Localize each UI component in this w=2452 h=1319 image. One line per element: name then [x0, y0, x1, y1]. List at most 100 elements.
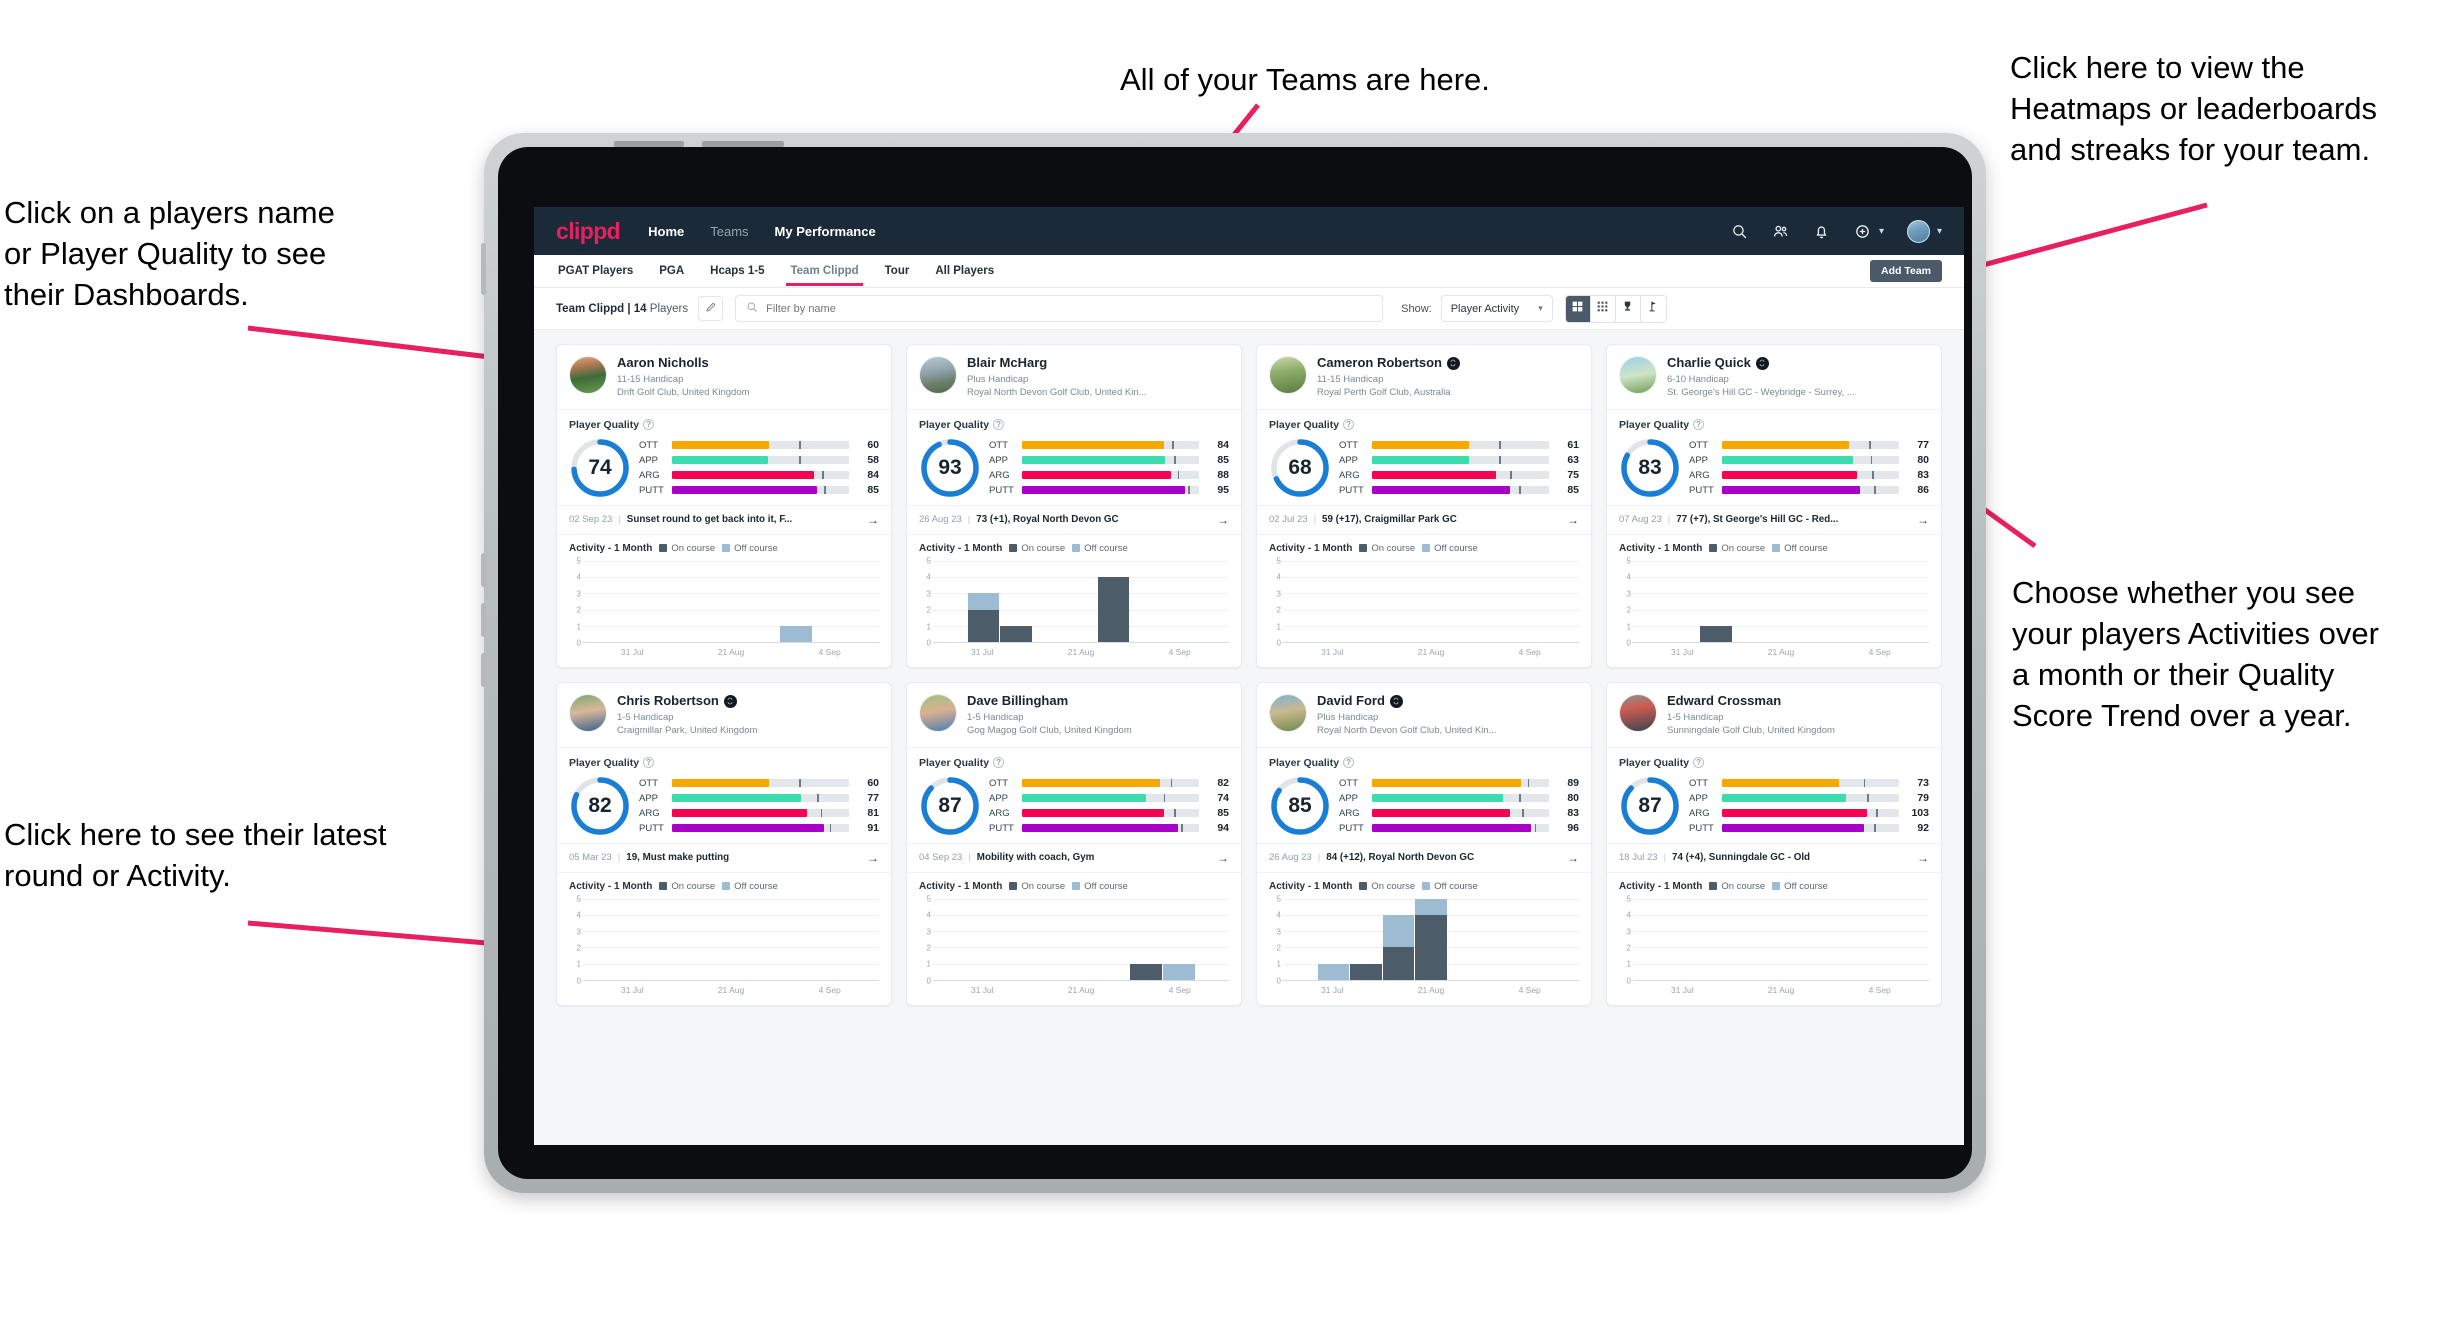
player-quality-section[interactable]: Player Quality ? 68 OTT 61 APP 63 ARG 75… [1257, 410, 1591, 505]
player-card[interactable]: Aaron Nicholls 11-15 Handicap Drift Golf… [556, 344, 892, 668]
player-quality-section[interactable]: Player Quality ? 83 OTT 77 APP 80 ARG 83… [1607, 410, 1941, 505]
player-card-header[interactable]: Dave Billingham 1-5 Handicap Gog Magog G… [907, 683, 1241, 748]
bell-icon[interactable] [1813, 222, 1831, 240]
help-circle-icon[interactable]: ? [1343, 419, 1355, 431]
player-name[interactable]: Charlie Quick [1667, 355, 1855, 371]
latest-round-row[interactable]: 04 Sep 23 | Mobility with coach, Gym → [907, 842, 1241, 873]
view-grid-small-button[interactable] [1590, 295, 1616, 322]
player-quality-section[interactable]: Player Quality ? 87 OTT 82 APP 74 ARG 85… [907, 748, 1241, 843]
clippd-logo[interactable]: clippd [556, 218, 621, 245]
player-avatar[interactable] [1619, 356, 1657, 394]
people-icon[interactable] [1772, 222, 1790, 240]
view-grid-large-button[interactable] [1565, 295, 1591, 322]
player-card-header[interactable]: Aaron Nicholls 11-15 Handicap Drift Golf… [557, 345, 891, 410]
search-players-box[interactable] [735, 295, 1384, 322]
player-card[interactable]: Chris Robertson 1-5 Handicap Craigmillar… [556, 681, 892, 1006]
player-card[interactable]: Dave Billingham 1-5 Handicap Gog Magog G… [906, 681, 1242, 1006]
tab-hcaps-1-5[interactable]: Hcaps 1-5 [710, 257, 764, 286]
player-avatar[interactable] [919, 356, 957, 394]
player-name[interactable]: Chris Robertson [617, 693, 757, 709]
arrow-right-icon[interactable]: → [1217, 851, 1229, 865]
player-name[interactable]: Blair McHarg [967, 355, 1147, 371]
player-card-header[interactable]: Chris Robertson 1-5 Handicap Craigmillar… [557, 683, 891, 748]
player-avatar[interactable] [919, 693, 957, 732]
player-quality-section[interactable]: Player Quality ? 82 OTT 60 APP 77 ARG 81… [557, 748, 891, 843]
player-avatar[interactable] [1269, 693, 1307, 732]
view-leaderboard-button[interactable] [1615, 295, 1641, 322]
chevron-down-icon-profile[interactable]: ▾ [1937, 226, 1942, 237]
help-circle-icon[interactable]: ? [1693, 419, 1705, 431]
activity-plot [933, 898, 1229, 981]
player-quality-section[interactable]: Player Quality ? 74 OTT 60 APP 58 ARG 84… [557, 410, 891, 505]
player-avatar[interactable] [569, 693, 607, 732]
add-circle-icon[interactable] [1854, 222, 1872, 240]
show-select[interactable]: Player Activity ▾ [1440, 295, 1553, 322]
player-quality-donut[interactable]: 82 [569, 775, 631, 837]
tab-tour[interactable]: Tour [885, 257, 910, 286]
tab-pga[interactable]: PGA [659, 257, 684, 286]
latest-round-row[interactable]: 02 Sep 23 | Sunset round to get back int… [557, 504, 891, 535]
nav-link-teams[interactable]: Teams [710, 224, 748, 239]
player-quality-section[interactable]: Player Quality ? 87 OTT 73 APP 79 ARG 10… [1607, 748, 1941, 843]
player-quality-section[interactable]: Player Quality ? 93 OTT 84 APP 85 ARG 88… [907, 410, 1241, 505]
latest-round-row[interactable]: 05 Mar 23 | 19, Must make putting → [557, 842, 891, 873]
arrow-right-icon[interactable]: → [1917, 851, 1929, 865]
player-avatar[interactable] [1269, 356, 1307, 394]
nav-link-home[interactable]: Home [648, 224, 684, 239]
latest-round-row[interactable]: 07 Aug 23 | 77 (+7), St George's Hill GC… [1607, 504, 1941, 535]
help-circle-icon[interactable]: ? [643, 419, 655, 431]
player-name[interactable]: Dave Billingham [967, 693, 1132, 709]
edit-team-button[interactable] [698, 296, 724, 321]
arrow-right-icon[interactable]: → [1217, 513, 1229, 527]
player-quality-donut[interactable]: 83 [1619, 437, 1681, 499]
latest-round-row[interactable]: 02 Jul 23 | 59 (+17), Craigmillar Park G… [1257, 504, 1591, 535]
view-flag-button[interactable] [1640, 295, 1666, 322]
player-card-header[interactable]: Charlie Quick 6-10 Handicap St. George's… [1607, 345, 1941, 410]
player-quality-donut[interactable]: 74 [569, 437, 631, 499]
player-name[interactable]: David Ford [1317, 693, 1497, 709]
chevron-down-icon-add[interactable]: ▾ [1879, 226, 1884, 237]
tab-all-players[interactable]: All Players [935, 257, 994, 286]
avatar[interactable] [1906, 219, 1930, 243]
player-quality-section[interactable]: Player Quality ? 85 OTT 89 APP 80 ARG 83… [1257, 748, 1591, 843]
arrow-right-icon[interactable]: → [1567, 513, 1579, 527]
player-quality-donut[interactable]: 85 [1269, 775, 1331, 837]
player-quality-donut[interactable]: 68 [1269, 437, 1331, 499]
player-card[interactable]: David Ford Plus Handicap Royal North Dev… [1256, 681, 1592, 1006]
player-card-header[interactable]: Cameron Robertson 11-15 Handicap Royal P… [1257, 345, 1591, 410]
player-card[interactable]: Edward Crossman 1-5 Handicap Sunningdale… [1606, 681, 1942, 1006]
nav-link-my-performance[interactable]: My Performance [775, 224, 876, 239]
arrow-right-icon[interactable]: → [1567, 851, 1579, 865]
tab-team-clippd[interactable]: Team Clippd [786, 257, 863, 286]
player-avatar[interactable] [569, 356, 607, 394]
help-circle-icon[interactable]: ? [1343, 757, 1355, 769]
latest-round-row[interactable]: 26 Aug 23 | 73 (+1), Royal North Devon G… [907, 504, 1241, 535]
player-card-header[interactable]: Blair McHarg Plus Handicap Royal North D… [907, 345, 1241, 410]
player-card-header[interactable]: Edward Crossman 1-5 Handicap Sunningdale… [1607, 683, 1941, 748]
player-card-header[interactable]: David Ford Plus Handicap Royal North Dev… [1257, 683, 1591, 748]
help-circle-icon[interactable]: ? [993, 419, 1005, 431]
search-input[interactable] [766, 302, 1373, 315]
player-card[interactable]: Blair McHarg Plus Handicap Royal North D… [906, 344, 1242, 668]
player-name[interactable]: Cameron Robertson [1317, 355, 1460, 371]
latest-round-row[interactable]: 26 Aug 23 | 84 (+12), Royal North Devon … [1257, 842, 1591, 873]
player-name[interactable]: Edward Crossman [1667, 693, 1835, 709]
help-circle-icon[interactable]: ? [993, 757, 1005, 769]
metric-bar-track [1372, 486, 1549, 495]
help-circle-icon[interactable]: ? [643, 757, 655, 769]
latest-round-row[interactable]: 18 Jul 23 | 74 (+4), Sunningdale GC - Ol… [1607, 842, 1941, 873]
player-card[interactable]: Charlie Quick 6-10 Handicap St. George's… [1606, 344, 1942, 668]
tab-pgat-players[interactable]: PGAT Players [558, 257, 633, 286]
player-quality-donut[interactable]: 93 [919, 437, 981, 499]
add-team-button[interactable]: Add Team [1870, 260, 1942, 282]
player-name[interactable]: Aaron Nicholls [617, 355, 750, 371]
player-card[interactable]: Cameron Robertson 11-15 Handicap Royal P… [1256, 344, 1592, 668]
player-avatar[interactable] [1619, 693, 1657, 732]
player-quality-donut[interactable]: 87 [1619, 775, 1681, 837]
arrow-right-icon[interactable]: → [867, 513, 879, 527]
arrow-right-icon[interactable]: → [1917, 513, 1929, 527]
help-circle-icon[interactable]: ? [1693, 757, 1705, 769]
search-icon[interactable] [1731, 222, 1749, 240]
arrow-right-icon[interactable]: → [867, 851, 879, 865]
player-quality-donut[interactable]: 87 [919, 775, 981, 837]
